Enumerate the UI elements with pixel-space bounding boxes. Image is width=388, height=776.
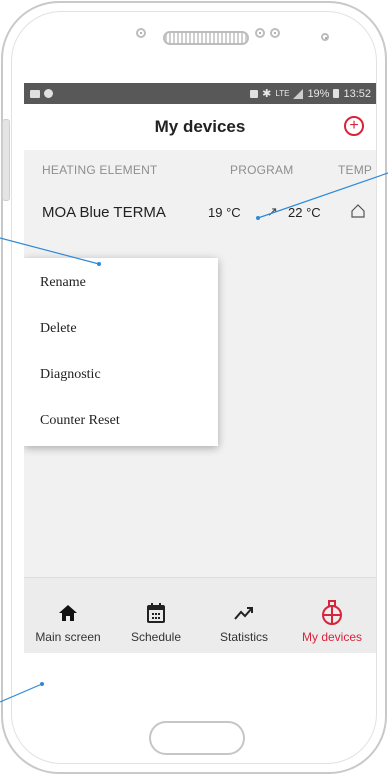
column-heating-element: HEATING ELEMENT — [42, 163, 158, 177]
column-program: PROGRAM — [230, 163, 294, 177]
add-device-button[interactable]: + — [344, 116, 364, 136]
clock: 13:52 — [343, 87, 371, 100]
arrow-up-right-icon: ↗ — [267, 204, 278, 219]
page-title: My devices — [154, 117, 246, 136]
device-row[interactable]: MOA Blue TERMA 19 °C ↗ 22 °C — [24, 190, 376, 234]
battery-percent: 19% — [307, 87, 330, 100]
tab-label: Main screen — [35, 630, 101, 644]
gallery-icon — [30, 89, 40, 98]
column-headers: HEATING ELEMENT PROGRAM TEMP — [24, 150, 376, 190]
tab-my-devices[interactable]: My devices — [288, 578, 376, 653]
trend-icon — [234, 607, 253, 620]
sensor-icon — [270, 28, 280, 38]
current-temperature: 19 °C — [208, 204, 241, 220]
side-button — [2, 119, 10, 201]
sensor-icon — [321, 33, 329, 41]
bottom-tab-bar: Main screen Schedule Statistics My devic… — [24, 577, 376, 653]
tab-label: Statistics — [219, 630, 268, 644]
plus-icon: + — [349, 117, 359, 134]
tab-schedule[interactable]: Schedule — [112, 578, 200, 653]
app-header: My devices + — [24, 104, 376, 150]
network-type: LTE — [275, 89, 290, 98]
radiator-icon — [322, 600, 342, 625]
home-outline-icon[interactable] — [350, 203, 366, 219]
screen: ✱ LTE 19% 13:52 My devices + HEATING ELE… — [24, 83, 376, 653]
menu-item-delete[interactable]: Delete — [24, 306, 218, 352]
tab-statistics[interactable]: Statistics — [200, 578, 288, 653]
column-temp: TEMP — [338, 163, 373, 177]
status-bar: ✱ LTE 19% 13:52 — [24, 83, 376, 104]
tab-label: Schedule — [130, 630, 182, 644]
calendar-icon — [147, 603, 165, 623]
target-temperature: 22 °C — [288, 204, 321, 220]
bluetooth-icon: ✱ — [262, 88, 272, 100]
device-name: MOA Blue TERMA — [42, 203, 166, 221]
front-camera-icon — [255, 28, 265, 38]
menu-item-diagnostic[interactable]: Diagnostic — [24, 352, 218, 398]
notification-icon — [44, 89, 53, 98]
tab-main-screen[interactable]: Main screen — [24, 578, 112, 653]
speaker-grille — [163, 31, 249, 45]
alarm-icon — [250, 89, 259, 98]
menu-item-counter-reset[interactable]: Counter Reset — [24, 398, 218, 444]
tab-label: My devices — [301, 630, 363, 644]
sensor-icon — [136, 28, 146, 38]
signal-icon — [293, 88, 304, 99]
context-menu: Rename Delete Diagnostic Counter Reset — [24, 258, 218, 446]
battery-icon — [333, 89, 340, 98]
home-hardware-button[interactable] — [149, 721, 245, 755]
home-icon — [59, 605, 77, 621]
menu-item-rename[interactable]: Rename — [24, 260, 218, 306]
